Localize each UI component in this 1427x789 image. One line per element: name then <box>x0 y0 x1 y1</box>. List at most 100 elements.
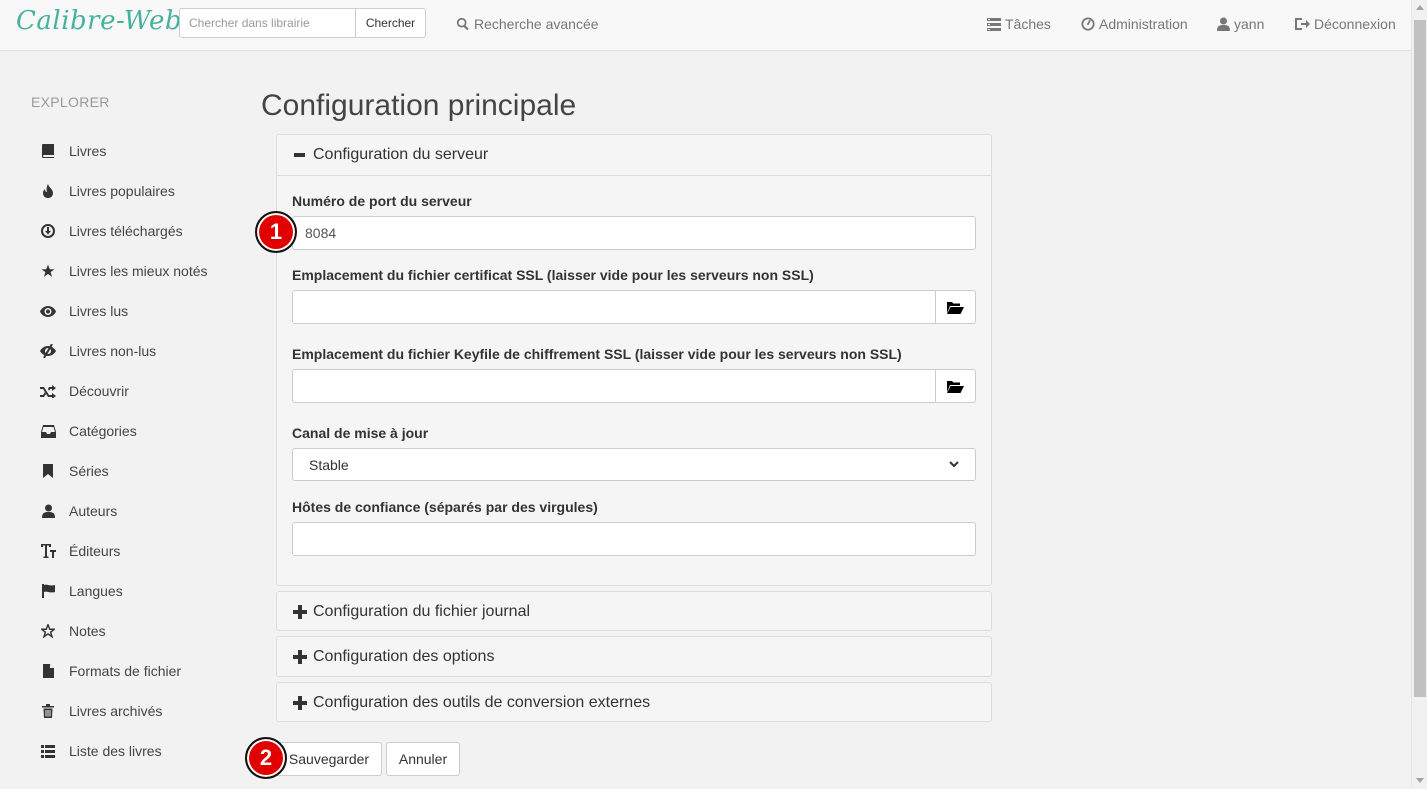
search-button[interactable]: Chercher <box>356 8 426 38</box>
server-config-header[interactable]: Configuration du serveur <box>277 135 991 175</box>
eye-slash-icon <box>40 343 56 359</box>
tasks-icon <box>987 17 1001 31</box>
sidebar-item-label: Notes <box>69 623 106 639</box>
sidebar-item-label: Livres populaires <box>69 183 175 199</box>
dashboard-icon <box>1081 17 1095 31</box>
step-marker-2: 2 <box>245 737 287 779</box>
ssl-cert-input[interactable] <box>292 290 936 324</box>
ssl-key-browse-button[interactable] <box>936 369 976 403</box>
sidebar-item-notes[interactable]: Notes <box>40 611 106 651</box>
server-config-body: Numéro de port du serveur Emplacement du… <box>277 175 991 585</box>
channel-select[interactable]: Stable <box>292 448 976 481</box>
logout-link[interactable]: Déconnexion <box>1295 16 1396 32</box>
conversion-config-header[interactable]: Configuration des outils de conversion e… <box>277 683 991 723</box>
log-config-header[interactable]: Configuration du fichier journal <box>277 592 991 632</box>
folder-open-icon <box>947 301 964 314</box>
port-label: Numéro de port du serveur <box>292 193 472 209</box>
sidebar-item-livres[interactable]: Livres <box>40 131 106 171</box>
logout-icon <box>1295 18 1310 30</box>
sidebar-item-decouvrir[interactable]: Découvrir <box>40 371 129 411</box>
search-form: Chercher <box>179 8 426 38</box>
save-button[interactable]: Sauvegarder <box>276 742 382 776</box>
sidebar-item-livres-populaires[interactable]: Livres populaires <box>40 171 175 211</box>
sidebar-item-mieux-notes[interactable]: Livres les mieux notés <box>40 251 208 291</box>
admin-link[interactable]: Administration <box>1081 16 1188 32</box>
sidebar-item-label: Découvrir <box>69 383 129 399</box>
brand-logo[interactable]: Calibre-Web <box>16 6 182 36</box>
user-label: yann <box>1234 16 1265 32</box>
bookmark-icon <box>40 463 56 479</box>
scroll-thumb[interactable] <box>1414 20 1426 697</box>
page-scrollbar[interactable] <box>1411 0 1427 789</box>
sidebar-item-archives[interactable]: Livres archivés <box>40 691 162 731</box>
port-input[interactable] <box>292 216 976 250</box>
tasks-label: Tâches <box>1005 16 1051 32</box>
server-config-panel: Configuration du serveur Numéro de port … <box>276 134 992 586</box>
ssl-cert-group <box>292 290 976 324</box>
sidebar-item-label: Livres <box>69 143 107 159</box>
sidebar-item-label: Auteurs <box>69 503 118 519</box>
log-config-title: Configuration du fichier journal <box>313 603 531 620</box>
minus-icon <box>292 148 307 163</box>
sidebar-title: EXPLORER <box>31 94 110 110</box>
sidebar-item-series[interactable]: Séries <box>40 451 109 491</box>
sidebar-item-langues[interactable]: Langues <box>40 571 123 611</box>
flag-icon <box>40 583 56 599</box>
download-icon <box>40 223 56 239</box>
search-icon <box>456 17 469 31</box>
sidebar-item-label: Livres lus <box>69 303 129 319</box>
shuffle-icon <box>40 383 56 399</box>
server-config-title: Configuration du serveur <box>313 146 489 163</box>
channel-label: Canal de mise à jour <box>292 425 429 441</box>
options-config-panel[interactable]: Configuration des options <box>276 636 992 677</box>
book-icon <box>40 143 56 159</box>
options-config-title: Configuration des options <box>313 648 495 665</box>
sidebar-item-livres-non-lus[interactable]: Livres non-lus <box>40 331 156 371</box>
navbar: Calibre-Web Chercher Recherche avancée T… <box>0 0 1411 51</box>
sidebar-item-label: Langues <box>69 583 123 599</box>
conversion-config-panel[interactable]: Configuration des outils de conversion e… <box>276 682 992 722</box>
log-config-panel[interactable]: Configuration du fichier journal <box>276 591 992 631</box>
admin-label: Administration <box>1099 16 1188 32</box>
sidebar-item-formats[interactable]: Formats de fichier <box>40 651 181 691</box>
logout-label: Déconnexion <box>1314 16 1396 32</box>
eye-icon <box>40 303 56 319</box>
sidebar-item-editeurs[interactable]: Éditeurs <box>40 531 120 571</box>
user-icon <box>1217 17 1230 31</box>
ssl-cert-label: Emplacement du fichier certificat SSL (l… <box>292 267 814 283</box>
options-config-header[interactable]: Configuration des options <box>277 637 991 677</box>
trash-icon <box>40 703 56 719</box>
ssl-cert-browse-button[interactable] <box>936 290 976 324</box>
sidebar-item-auteurs[interactable]: Auteurs <box>40 491 117 531</box>
tasks-link[interactable]: Tâches <box>987 16 1051 32</box>
folder-open-icon <box>947 380 964 393</box>
trusted-hosts-label: Hôtes de confiance (séparés par des virg… <box>292 499 598 515</box>
list-icon <box>40 743 56 759</box>
conversion-config-title: Configuration des outils de conversion e… <box>313 694 651 711</box>
advanced-search-label: Recherche avancée <box>474 16 599 32</box>
sidebar-item-livres-lus[interactable]: Livres lus <box>40 291 128 331</box>
star-icon <box>40 263 56 279</box>
inbox-icon <box>40 423 56 439</box>
sidebar-item-liste-livres[interactable]: Liste des livres <box>40 731 162 771</box>
sidebar-item-label: Catégories <box>69 423 137 439</box>
user-icon <box>40 503 56 519</box>
sidebar-item-label: Livres les mieux notés <box>69 263 208 279</box>
search-input[interactable] <box>179 8 356 38</box>
sidebar-item-label: Éditeurs <box>69 543 121 559</box>
scroll-down-arrow-icon[interactable] <box>1416 778 1424 783</box>
text-size-icon <box>40 543 56 559</box>
channel-selected-value: Stable <box>309 456 349 473</box>
sidebar-item-livres-telecharges[interactable]: Livres téléchargés <box>40 211 183 251</box>
file-icon <box>40 663 56 679</box>
sidebar-item-categories[interactable]: Catégories <box>40 411 137 451</box>
chevron-down-icon <box>949 461 959 468</box>
scroll-up-arrow-icon[interactable] <box>1416 5 1424 10</box>
sidebar-item-label: Formats de fichier <box>69 663 182 679</box>
star-empty-icon <box>40 623 56 639</box>
advanced-search-link[interactable]: Recherche avancée <box>456 16 599 32</box>
user-link[interactable]: yann <box>1217 16 1264 32</box>
trusted-hosts-input[interactable] <box>292 522 976 556</box>
ssl-key-input[interactable] <box>292 369 936 403</box>
cancel-button[interactable]: Annuler <box>386 742 460 776</box>
